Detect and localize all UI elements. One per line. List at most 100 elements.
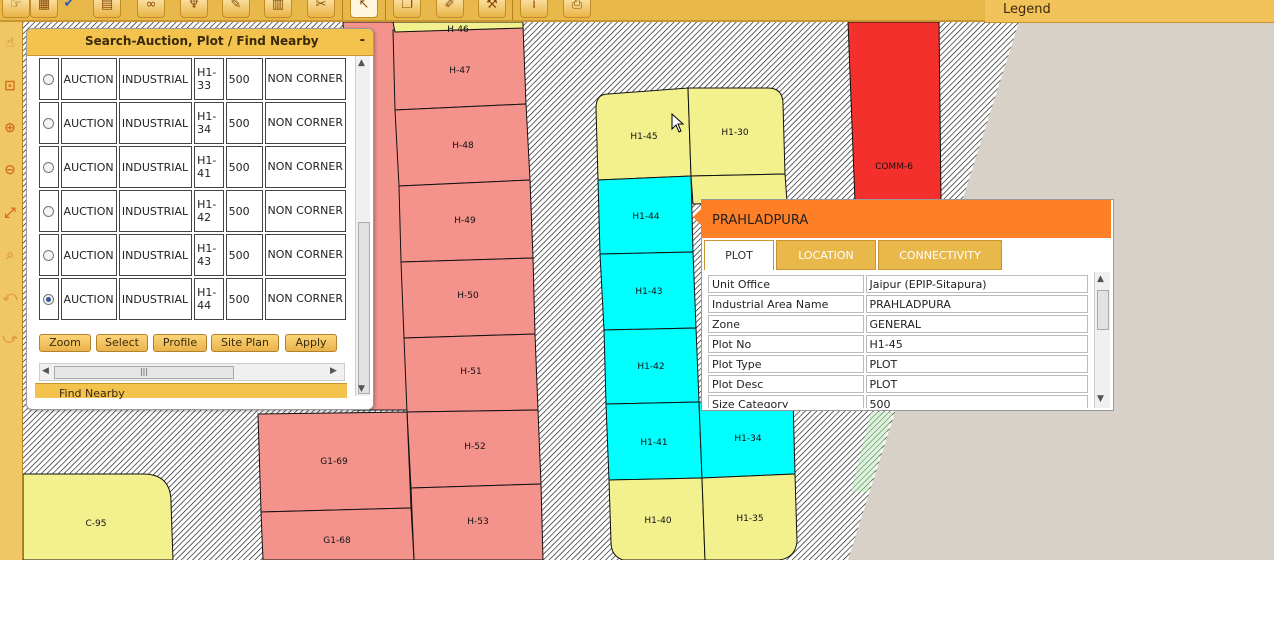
identify-icon[interactable]: ☝ bbox=[1, 34, 19, 52]
legend-header[interactable]: Legend bbox=[985, 0, 1274, 23]
scroll-down-icon[interactable]: ▼ bbox=[358, 384, 365, 394]
attribute-value: PRAHLADPURA bbox=[865, 295, 1088, 313]
radio-button[interactable] bbox=[43, 250, 55, 261]
label-comm6: COMM-6 bbox=[875, 162, 913, 172]
popup-scroll-thumb[interactable] bbox=[1097, 290, 1109, 330]
horizontal-scroll-thumb[interactable]: ||| bbox=[54, 366, 234, 379]
attribute-row: Plot Desc PLOT bbox=[708, 375, 1088, 393]
row-type: AUCTION bbox=[60, 146, 117, 188]
minimize-button[interactable]: - bbox=[360, 33, 365, 48]
settings-icon[interactable]: ⚒ bbox=[478, 0, 506, 18]
attribute-value: H1-45 bbox=[865, 335, 1088, 353]
radio-button[interactable] bbox=[43, 206, 55, 217]
pin-icon[interactable]: ♆ bbox=[180, 0, 208, 18]
zoom-button[interactable]: Zoom bbox=[39, 334, 91, 352]
profile-button[interactable]: Profile bbox=[153, 334, 207, 352]
select-radio[interactable] bbox=[39, 278, 59, 320]
tab-location[interactable]: LOCATION bbox=[776, 240, 876, 270]
row-size: 500 bbox=[225, 102, 263, 144]
site-plan-button[interactable]: Site Plan bbox=[211, 334, 279, 352]
search-icon[interactable]: ⌕ bbox=[1, 246, 19, 264]
result-row[interactable]: AUCTION INDUSTRIAL H1-33 500 NON CORNER bbox=[39, 58, 346, 100]
find-nearby-header[interactable]: Find Nearby bbox=[35, 383, 347, 400]
plot-c95[interactable] bbox=[23, 473, 174, 560]
full-extent-icon[interactable]: ⤢ bbox=[1, 204, 19, 222]
measure-icon[interactable]: ▥ bbox=[264, 0, 292, 18]
row-plot-no: H1-34 bbox=[194, 102, 224, 144]
label-h140: H1-40 bbox=[644, 516, 671, 526]
results-vertical-scrollbar[interactable]: ▲ ▼ bbox=[355, 56, 370, 396]
row-category: INDUSTRIAL bbox=[118, 102, 193, 144]
attribute-key: Plot No bbox=[708, 335, 864, 353]
attribute-value: PLOT bbox=[865, 355, 1088, 373]
checkbox-icon[interactable]: ✔ bbox=[62, 0, 76, 16]
grid-tool-icon[interactable]: ▤ bbox=[93, 0, 121, 18]
pan-tool-icon[interactable]: ☞ bbox=[2, 0, 30, 18]
draw-icon[interactable]: ✎ bbox=[222, 0, 250, 18]
zoom-in-icon[interactable]: ⊕ bbox=[1, 119, 19, 137]
tab-plot[interactable]: PLOT bbox=[704, 240, 774, 270]
print-area-icon[interactable]: ▦ bbox=[30, 0, 58, 18]
plot-g168[interactable] bbox=[260, 507, 415, 560]
popup-tabs: PLOT LOCATION CONNECTIVITY bbox=[702, 240, 1111, 270]
row-category: INDUSTRIAL bbox=[118, 146, 193, 188]
result-row[interactable]: AUCTION INDUSTRIAL H1-43 500 NON CORNER bbox=[39, 234, 346, 276]
select-icon[interactable]: ↖ bbox=[350, 0, 378, 18]
label-h46: H-46 bbox=[447, 25, 469, 35]
select-radio[interactable] bbox=[39, 58, 59, 100]
attribute-value: PLOT bbox=[865, 375, 1088, 393]
select-button[interactable]: Select bbox=[96, 334, 148, 352]
binoculars-icon[interactable]: ∞ bbox=[137, 0, 165, 18]
label-h52: H-52 bbox=[464, 442, 485, 452]
select-radio[interactable] bbox=[39, 102, 59, 144]
select-radio[interactable] bbox=[39, 146, 59, 188]
zoom-next-icon[interactable]: ⤻ bbox=[1, 330, 19, 348]
mouse-cursor-icon bbox=[671, 113, 685, 133]
zoom-out-icon[interactable]: ⊖ bbox=[1, 161, 19, 179]
plot-comm6[interactable] bbox=[847, 22, 942, 203]
row-type: AUCTION bbox=[60, 58, 117, 100]
map-application: ☞ ▦ ✔ ▤ ∞ ♆ ✎ ▥ ✂ ↖ ❐ ✐ ⚒ ⅰ ⎙ Legend ☝ ⊡… bbox=[0, 0, 1274, 560]
results-horizontal-scrollbar[interactable]: ◀ ||| ▶ bbox=[39, 363, 345, 381]
zoom-prev-icon[interactable]: ⤺ bbox=[1, 288, 19, 306]
scroll-up-icon[interactable]: ▲ bbox=[358, 58, 365, 68]
scroll-up-icon[interactable]: ▲ bbox=[1097, 274, 1104, 284]
select-radio[interactable] bbox=[39, 190, 59, 232]
radio-button[interactable] bbox=[43, 162, 55, 173]
label-h50: H-50 bbox=[457, 291, 479, 301]
layers-icon[interactable]: ❐ bbox=[393, 0, 421, 18]
label-h47: H-47 bbox=[449, 66, 470, 76]
scroll-left-icon[interactable]: ◀ bbox=[42, 366, 49, 376]
tab-connectivity[interactable]: CONNECTIVITY bbox=[878, 240, 1002, 270]
toolbar-separator bbox=[385, 0, 386, 20]
print-icon[interactable]: ⎙ bbox=[563, 0, 591, 18]
zoom-box-icon[interactable]: ⊡ bbox=[1, 77, 19, 95]
popup-scrollbar[interactable]: ▲ ▼ bbox=[1094, 272, 1110, 408]
edit-icon[interactable]: ✐ bbox=[436, 0, 464, 18]
scroll-down-icon[interactable]: ▼ bbox=[1097, 394, 1104, 404]
radio-button[interactable] bbox=[43, 118, 55, 129]
info-icon[interactable]: ⅰ bbox=[520, 0, 548, 18]
row-category: INDUSTRIAL bbox=[118, 190, 193, 232]
row-plot-no: H1-44 bbox=[194, 278, 224, 320]
toolbar-separator bbox=[342, 0, 343, 20]
radio-button[interactable] bbox=[43, 74, 55, 85]
result-row[interactable]: AUCTION INDUSTRIAL H1-42 500 NON CORNER bbox=[39, 190, 346, 232]
radio-button[interactable] bbox=[43, 294, 55, 305]
apply-button[interactable]: Apply bbox=[285, 334, 337, 352]
scroll-right-icon[interactable]: ▶ bbox=[330, 366, 337, 376]
results-grid: AUCTION INDUSTRIAL H1-33 500 NON CORNER AUCTI… bbox=[37, 56, 348, 324]
result-row[interactable]: AUCTION INDUSTRIAL H1-34 500 NON CORNER bbox=[39, 102, 346, 144]
scroll-thumb[interactable] bbox=[358, 222, 370, 394]
clear-icon[interactable]: ✂ bbox=[307, 0, 335, 18]
popup-header: PRAHLADPURA bbox=[702, 200, 1111, 238]
result-row[interactable]: AUCTION INDUSTRIAL H1-41 500 NON CORNER bbox=[39, 146, 346, 188]
select-radio[interactable] bbox=[39, 234, 59, 276]
attribute-key: Plot Desc bbox=[708, 375, 864, 393]
left-toolbar: ☝ ⊡ ⊕ ⊖ ⤢ ⌕ ⤺ ⤻ bbox=[0, 22, 23, 560]
attribute-value: Jaipur (EPIP-Sitapura) bbox=[865, 275, 1088, 293]
find-nearby-label: Find Nearby bbox=[59, 387, 125, 400]
result-row[interactable]: AUCTION INDUSTRIAL H1-44 500 NON CORNER bbox=[39, 278, 346, 320]
attribute-value: GENERAL bbox=[865, 315, 1088, 333]
panel-header[interactable]: Search-Auction, Plot / Find Nearby - bbox=[27, 29, 373, 56]
